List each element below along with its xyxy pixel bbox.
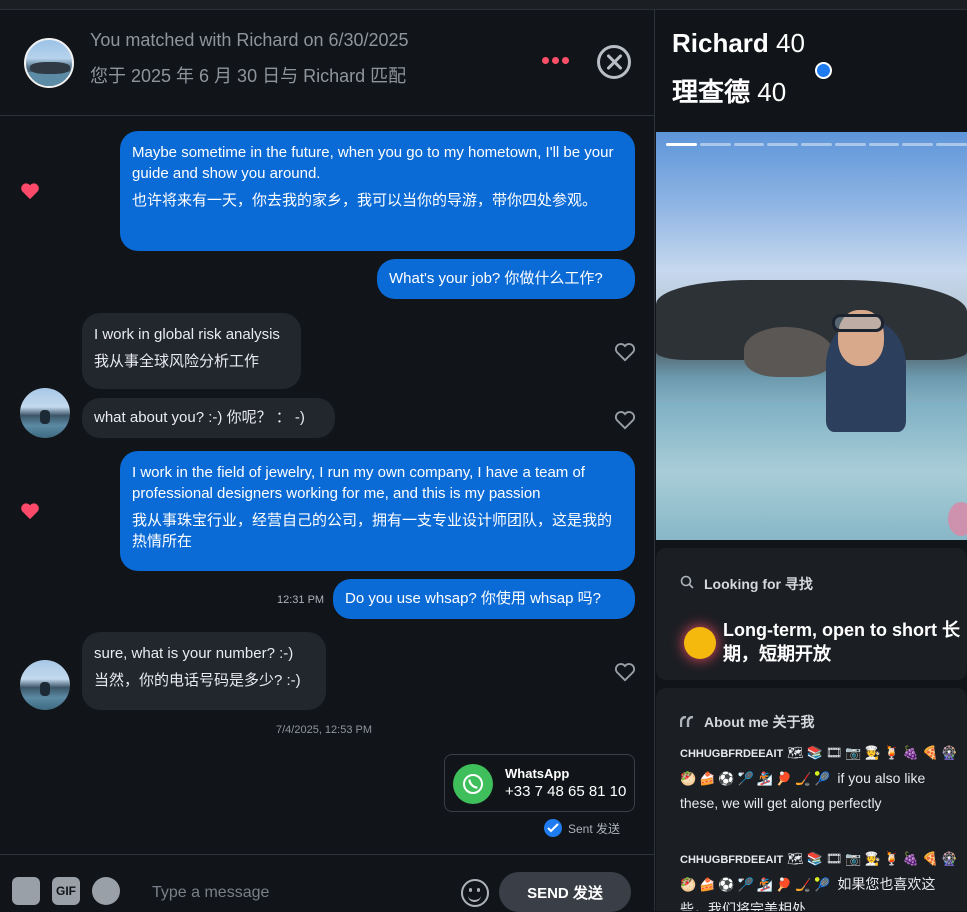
profile-name: Richard 40 (672, 28, 805, 59)
message-text: sure, what is your number? :-) (94, 645, 294, 662)
message-translation: 你使用 whsap 吗? (480, 590, 601, 607)
message-text: Maybe sometime in the future, when you g… (132, 144, 614, 182)
heart-icon[interactable] (614, 342, 636, 362)
message-text: I work in the field of jewelry, I run my… (132, 464, 585, 502)
message-composer: GIF SEND 发送 (0, 854, 655, 912)
looking-for-label: Looking for 寻找 (704, 576, 813, 592)
message-text: What's your job? (389, 270, 501, 287)
message-translation: 也许将来有一天，你去我的家乡，我可以当你的导游，带你四处参观。 (132, 192, 598, 209)
message-translation: 你做什么工作? (504, 270, 603, 287)
about-me-label: About me 关于我 (704, 714, 815, 730)
heart-icon[interactable] (614, 662, 636, 682)
message-bubble-out: Maybe sometime in the future, when you g… (120, 131, 635, 251)
sent-status-text: Sent 发送 (568, 821, 621, 836)
superlike-icon[interactable] (948, 502, 967, 536)
profile-name-zh: 理查德 40 (672, 72, 786, 109)
sender-avatar[interactable] (20, 660, 70, 710)
about-me-card: About me 关于我 CHHUGBFRDEEAIT 🗺📚🎞📷🧑‍🍳🍹🍇🍕🎡🥙… (656, 688, 967, 911)
whatsapp-number: +33 7 48 65 81 10 (505, 783, 627, 800)
message-time: 12:31 PM (277, 594, 325, 606)
profile-name-zh-text: 理查德 (672, 77, 751, 107)
profile-photo[interactable] (656, 132, 967, 540)
message-translation: 当然，你的电话号码是多少? :-) (94, 672, 301, 689)
message-bubble-out: Do you use whsap? 你使用 whsap 吗? (333, 579, 635, 619)
send-button[interactable]: SEND 发送 (499, 872, 631, 912)
heart-icon[interactable] (20, 182, 40, 200)
heart-icon[interactable] (20, 502, 40, 520)
message-text: what about you? :-) (94, 409, 223, 426)
profile-name-text: Richard (672, 28, 769, 58)
gif-button[interactable]: GIF (52, 877, 80, 905)
message-input[interactable] (140, 879, 440, 907)
message-translation: 你呢？ ： -) (226, 409, 305, 426)
browser-top-strip (0, 0, 967, 10)
sent-status: Sent 发送 (544, 819, 620, 837)
sender-avatar[interactable] (20, 388, 70, 438)
emoji-icon[interactable] (461, 879, 489, 907)
close-icon[interactable] (597, 45, 631, 79)
match-info-zh: 您于 2025 年 6 月 30 日与 Richard 匹配 (90, 66, 407, 86)
profile-age: 40 (776, 28, 805, 58)
chat-header: You matched with Richard on 6/30/2025 您于… (0, 10, 655, 116)
profile-panel: Richard 40 理查德 40 Looking for 寻找 Long-te… (656, 10, 967, 911)
spotify-icon[interactable] (92, 877, 120, 905)
whatsapp-icon (453, 764, 493, 804)
heart-eyes-emoji-icon (684, 627, 716, 659)
message-translation: 我从事珠宝行业，经营自己的公司，拥有一支专业设计师团队，这是我的热情所在 (132, 512, 613, 550)
chat-panel: You matched with Richard on 6/30/2025 您于… (0, 10, 655, 912)
whatsapp-contact-card[interactable]: WhatsApp +33 7 48 65 81 10 (444, 754, 635, 812)
options-dots-icon[interactable] (542, 57, 569, 64)
sent-check-icon (544, 819, 562, 837)
photo-progress (666, 143, 967, 147)
message-bubble-in: what about you? :-) 你呢？ ： -) (82, 398, 335, 438)
quote-icon (680, 716, 694, 727)
date-stamp: 7/4/2025, 12:53 PM (276, 724, 373, 736)
message-translation: 我从事全球风险分析工作 (94, 353, 260, 370)
about-me-text: CHHUGBFRDEEAIT 🗺📚🎞📷🧑‍🍳🍹🍇🍕🎡🥙🍰⚽🏸🏂🏓🏒🎾 if yo… (680, 740, 962, 815)
whatsapp-title: WhatsApp (505, 766, 570, 781)
sticker-icon[interactable] (12, 877, 40, 905)
about-prefix-zh: CHHUGBFRDEEAIT (680, 854, 784, 866)
message-bubble-in: I work in global risk analysis 我从事全球风险分析… (82, 313, 301, 389)
looking-for-card: Looking for 寻找 Long-term, open to short … (656, 548, 967, 680)
match-info-en: You matched with Richard on 6/30/2025 (90, 30, 409, 50)
message-bubble-out: What's your job? 你做什么工作? (377, 259, 635, 299)
message-text: Do you use whsap? (345, 590, 477, 607)
about-me-text-zh: CHHUGBFRDEEAIT 🗺📚🎞📷🧑‍🍳🍹🍇🍕🎡🥙🍰⚽🏸🏂🏓🏒🎾 如果您也喜… (680, 846, 962, 911)
message-bubble-in: sure, what is your number? :-) 当然，你的电话号码… (82, 632, 326, 710)
message-bubble-out: I work in the field of jewelry, I run my… (120, 451, 635, 571)
verified-icon (815, 62, 832, 79)
message-text: I work in global risk analysis (94, 326, 280, 343)
about-prefix: CHHUGBFRDEEAIT (680, 748, 784, 760)
match-avatar[interactable] (24, 38, 74, 88)
looking-for-value: Long-term, open to short 长期，短期开放 (723, 620, 960, 664)
search-icon (680, 575, 694, 589)
heart-icon[interactable] (614, 410, 636, 430)
profile-age-zh: 40 (757, 77, 787, 107)
